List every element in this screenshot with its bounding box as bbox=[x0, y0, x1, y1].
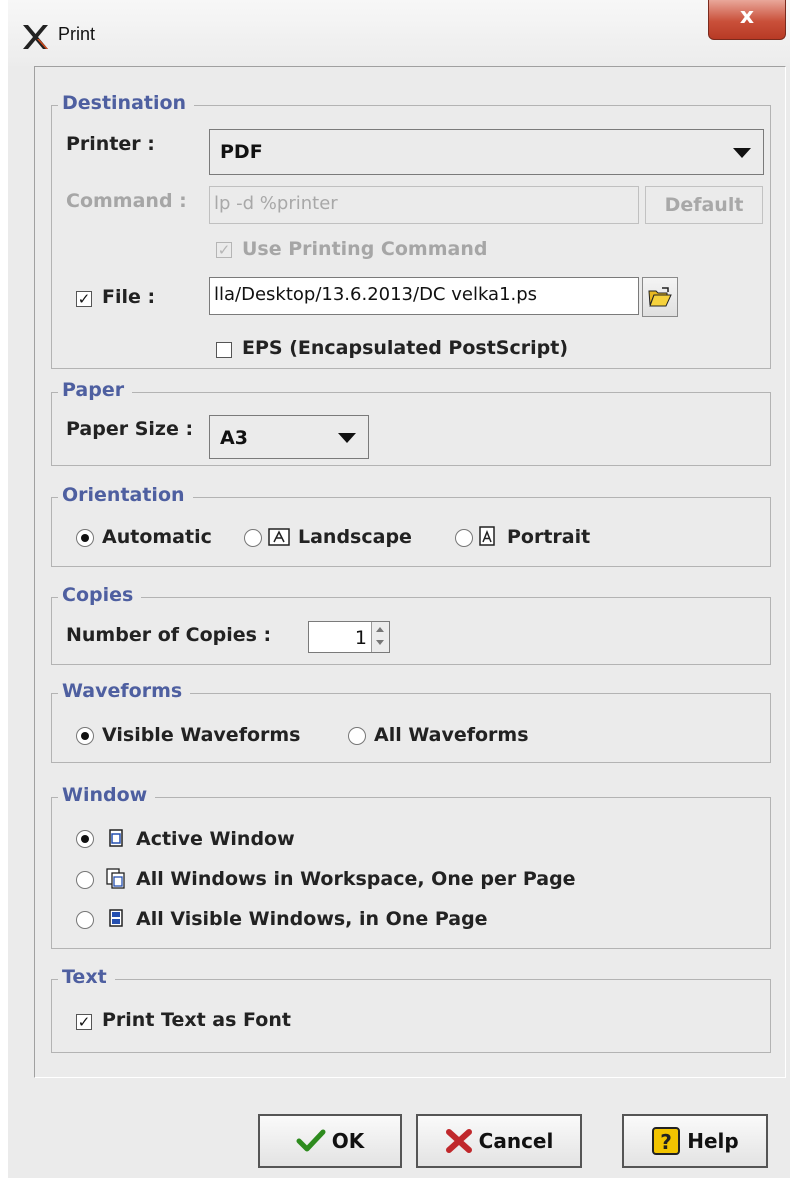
title-bar[interactable]: Print x bbox=[8, 0, 790, 66]
waveforms-all-label: All Waveforms bbox=[374, 724, 529, 746]
help-button[interactable]: ? Help bbox=[622, 1114, 768, 1168]
ok-label: OK bbox=[331, 1129, 365, 1153]
checkmark-icon bbox=[296, 1129, 326, 1152]
orientation-landscape-radio[interactable] bbox=[244, 529, 262, 547]
default-button[interactable]: Default bbox=[645, 186, 763, 224]
window-active-label: Active Window bbox=[136, 828, 295, 850]
window-legend: Window bbox=[58, 784, 156, 806]
svg-text:?: ? bbox=[660, 1130, 672, 1154]
copies-label: Number of Copies : bbox=[66, 624, 272, 646]
destination-legend: Destination bbox=[58, 92, 195, 114]
arrow-down-icon bbox=[376, 640, 384, 645]
close-icon: x bbox=[739, 4, 755, 29]
text-legend: Text bbox=[58, 966, 115, 988]
ok-button[interactable]: OK bbox=[258, 1114, 402, 1168]
command-field[interactable]: lp -d %printer bbox=[209, 186, 639, 224]
printer-label: Printer : bbox=[66, 133, 155, 155]
waveforms-group: Waveforms Visible Waveforms All Waveform… bbox=[51, 680, 771, 763]
window-title: Print bbox=[58, 24, 96, 44]
file-path-field[interactable]: lla/Desktop/13.6.2013/DC velka1.ps bbox=[209, 277, 639, 315]
window-all-visible-label: All Visible Windows, in One Page bbox=[136, 908, 488, 930]
orientation-legend: Orientation bbox=[58, 484, 193, 506]
command-label: Command : bbox=[66, 190, 187, 212]
file-label: File : bbox=[102, 286, 156, 308]
print-dialog: Print x Destination Printer : PDF Comman… bbox=[8, 0, 790, 1178]
cancel-label: Cancel bbox=[478, 1129, 554, 1153]
use-printing-command-checkbox[interactable]: ✓ bbox=[216, 242, 232, 258]
waveforms-visible-radio[interactable] bbox=[76, 727, 94, 745]
help-icon: ? bbox=[652, 1127, 681, 1155]
eps-label: EPS (Encapsulated PostScript) bbox=[242, 337, 568, 359]
paper-size-label: Paper Size : bbox=[66, 418, 194, 440]
waveforms-visible-label: Visible Waveforms bbox=[102, 724, 301, 746]
chevron-down-icon bbox=[338, 433, 356, 443]
app-x-icon bbox=[23, 25, 48, 49]
paper-legend: Paper bbox=[58, 379, 133, 401]
waveforms-all-radio[interactable] bbox=[348, 727, 366, 745]
eps-checkbox[interactable] bbox=[216, 342, 232, 358]
orientation-automatic-label: Automatic bbox=[102, 526, 212, 548]
copies-group: Copies Number of Copies : 1 bbox=[51, 584, 771, 665]
paper-size-dropdown[interactable]: A3 bbox=[209, 415, 369, 459]
orientation-group: Orientation Automatic Landscape Portrait bbox=[51, 484, 771, 567]
file-checkbox[interactable]: ✓ bbox=[76, 291, 92, 307]
orientation-automatic-radio[interactable] bbox=[76, 529, 94, 547]
chevron-down-icon bbox=[733, 148, 751, 158]
portrait-icon bbox=[479, 526, 495, 546]
all-windows-icon bbox=[106, 868, 125, 889]
cancel-button[interactable]: Cancel bbox=[416, 1114, 582, 1168]
paper-size-value: A3 bbox=[220, 427, 248, 449]
browse-button[interactable] bbox=[642, 277, 678, 317]
open-folder-icon bbox=[648, 287, 672, 307]
window-group: Window Active Window All Windows in Work… bbox=[51, 784, 771, 949]
active-window-icon bbox=[109, 829, 123, 847]
copies-legend: Copies bbox=[58, 584, 142, 606]
print-text-as-font-checkbox[interactable]: ✓ bbox=[76, 1014, 92, 1030]
printer-value: PDF bbox=[220, 141, 263, 163]
spin-down-button[interactable] bbox=[371, 636, 389, 652]
copies-value: 1 bbox=[354, 627, 367, 649]
window-all-visible-radio[interactable] bbox=[76, 911, 94, 929]
waveforms-legend: Waveforms bbox=[58, 680, 191, 702]
visible-windows-icon bbox=[109, 909, 123, 927]
orientation-landscape-label: Landscape bbox=[298, 526, 412, 548]
text-group: Text ✓ Print Text as Font bbox=[51, 966, 771, 1053]
printer-dropdown[interactable]: PDF bbox=[209, 129, 764, 175]
window-all-workspace-radio[interactable] bbox=[76, 871, 94, 889]
cancel-x-icon bbox=[445, 1129, 472, 1153]
use-printing-command-label: Use Printing Command bbox=[242, 238, 488, 260]
paper-group: Paper Paper Size : A3 bbox=[51, 379, 771, 466]
destination-group: Destination Printer : PDF Command : lp -… bbox=[51, 92, 771, 369]
copies-spinner[interactable]: 1 bbox=[308, 621, 390, 653]
arrow-up-icon bbox=[376, 627, 384, 632]
landscape-icon bbox=[268, 528, 290, 546]
window-active-radio[interactable] bbox=[76, 830, 94, 848]
help-label: Help bbox=[687, 1129, 739, 1153]
options-panel: Destination Printer : PDF Command : lp -… bbox=[34, 66, 786, 1078]
orientation-portrait-label: Portrait bbox=[507, 526, 591, 548]
window-all-workspace-label: All Windows in Workspace, One per Page bbox=[136, 868, 576, 890]
print-text-as-font-label: Print Text as Font bbox=[102, 1009, 291, 1031]
close-button[interactable]: x bbox=[708, 0, 786, 40]
orientation-portrait-radio[interactable] bbox=[455, 529, 473, 547]
